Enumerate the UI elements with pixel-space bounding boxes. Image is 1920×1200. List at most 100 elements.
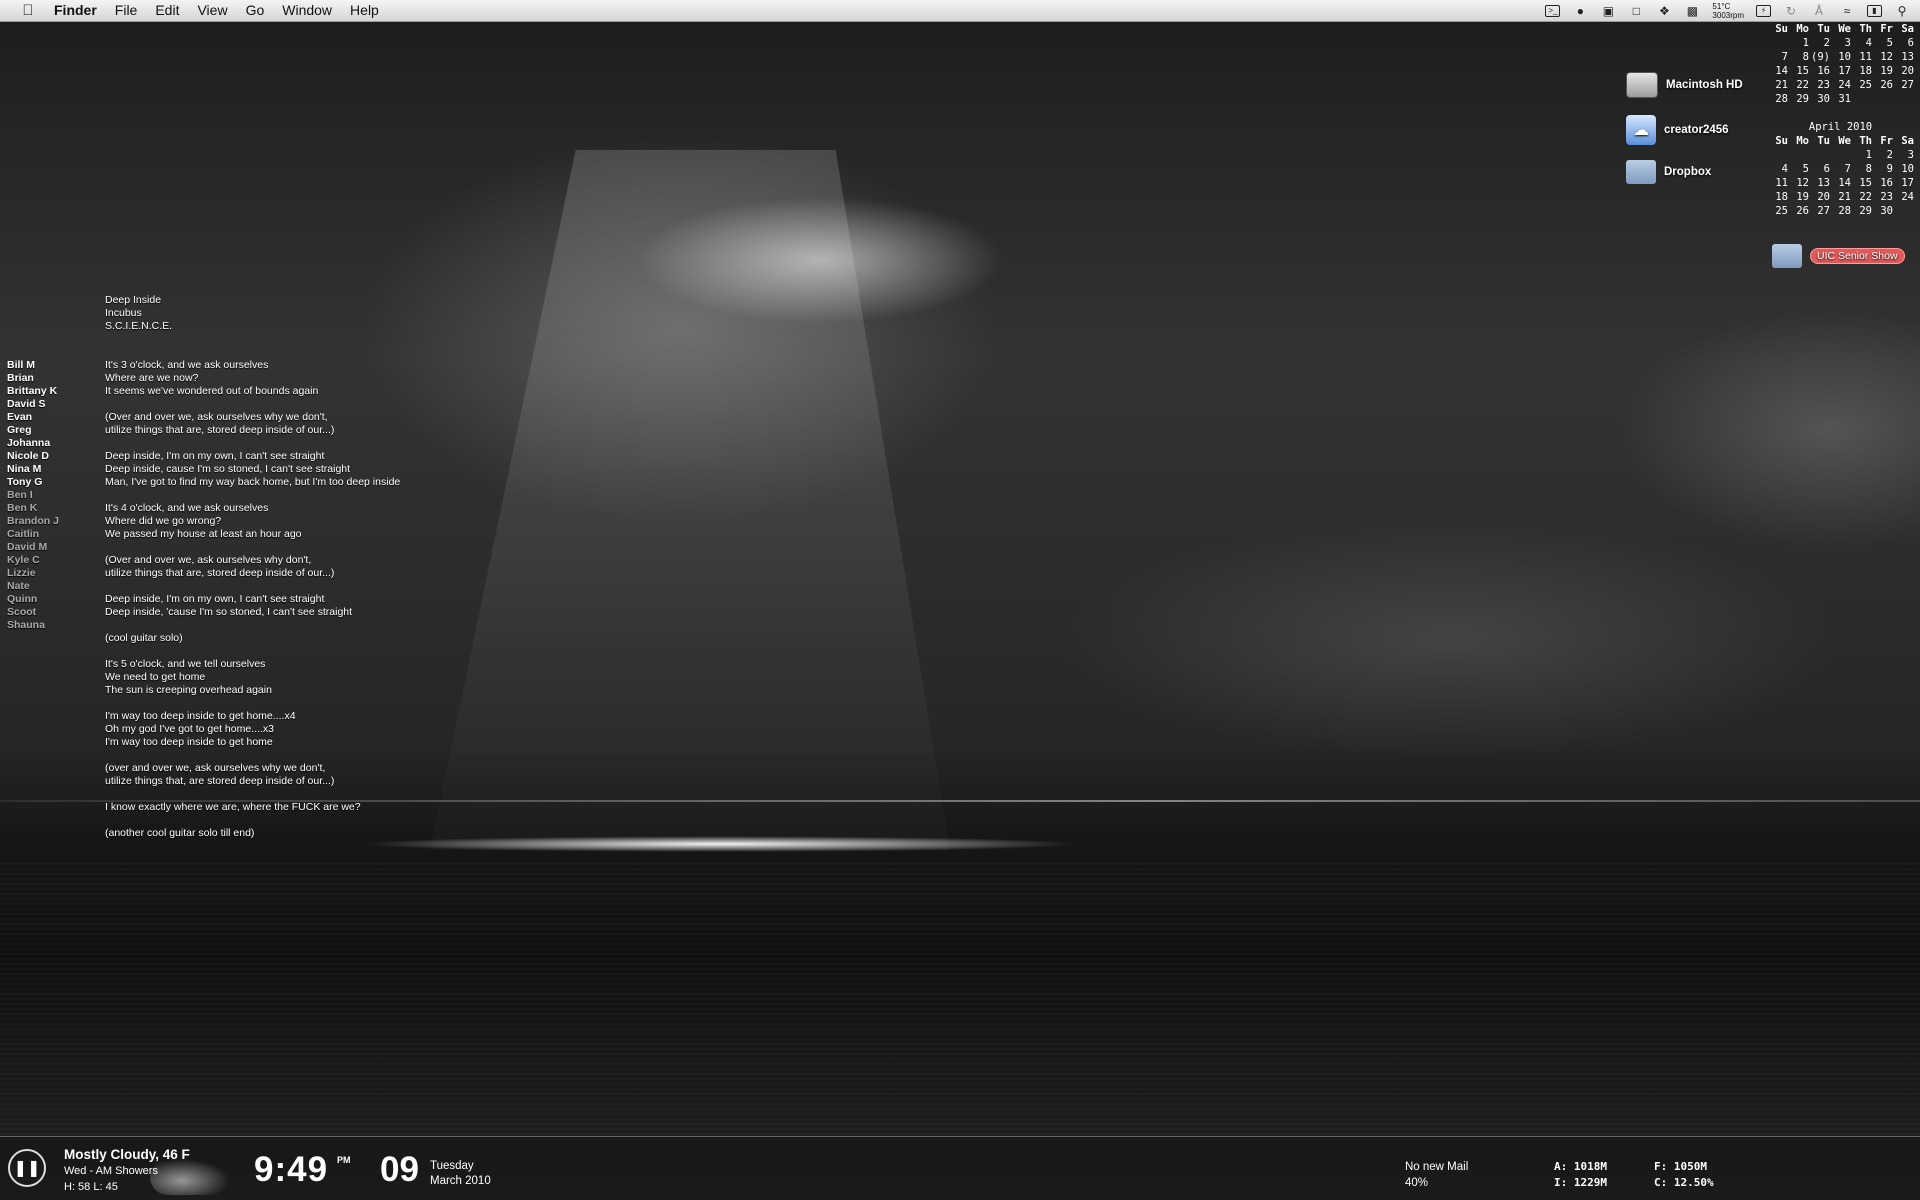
weekday-label: Mo	[1796, 135, 1809, 147]
lyric-line: Deep inside, cause I'm so stoned, I can'…	[105, 463, 351, 475]
calendar-day	[1830, 148, 1851, 162]
weekday-label: Su	[1775, 23, 1788, 35]
calendar-week-row: 18 19 20 21 22 23 24	[1767, 190, 1914, 204]
desktop-icon-dropbox[interactable]: Dropbox	[1626, 160, 1711, 184]
battery-icon[interactable]: ▮	[1867, 4, 1882, 17]
lightning-icon[interactable]: ⚡	[1756, 4, 1771, 17]
buddy-name[interactable]: Greg	[7, 424, 59, 437]
buddy-name[interactable]: Nicole D	[7, 450, 59, 463]
buddy-name[interactable]: David M	[7, 541, 59, 554]
calendar-day: 5	[1886, 37, 1893, 49]
clock-time: 9:49	[254, 1150, 329, 1189]
buddy-name[interactable]: Kyle C	[7, 554, 59, 567]
dropbox-status-icon[interactable]: ❖	[1656, 4, 1672, 18]
lyric-line	[105, 619, 400, 632]
menu-file[interactable]: File	[115, 0, 138, 21]
menu-finder[interactable]: Finder	[54, 0, 97, 21]
song-info: Deep Inside Incubus S.C.I.E.N.C.E.	[105, 294, 172, 333]
pause-button[interactable]: ❚❚	[8, 1149, 46, 1187]
lyric-line: (over and over we, ask ourselves why we …	[105, 762, 326, 774]
buddy-name[interactable]: Evan	[7, 411, 59, 424]
menu-help[interactable]: Help	[350, 0, 379, 21]
icon-label: Dropbox	[1664, 166, 1712, 178]
calendar-day: 20	[1817, 191, 1830, 203]
buddy-name[interactable]: Bill M	[7, 359, 59, 372]
buddy-name[interactable]: Brian	[7, 372, 59, 385]
apple-menu-icon[interactable]: 	[20, 2, 36, 19]
time-machine-icon[interactable]: ↻	[1783, 4, 1799, 18]
window-icon[interactable]: □	[1628, 4, 1644, 18]
calendar-day: 10	[1838, 51, 1851, 63]
calendar-day: 3	[1844, 37, 1851, 49]
lyric-line: Deep inside, I'm on my own, I can't see …	[105, 450, 325, 462]
buddy-name[interactable]: Scoot	[7, 606, 59, 619]
calendar-day: 8	[1802, 51, 1809, 63]
menu-edit[interactable]: Edit	[155, 0, 179, 21]
calendar-day: 17	[1901, 177, 1914, 189]
calendar-day: 30	[1880, 205, 1893, 217]
display-icon[interactable]: ▣	[1600, 4, 1616, 18]
mail-status: No new Mail	[1405, 1161, 1469, 1173]
calendar-day: 21	[1775, 79, 1788, 91]
desktop-icon-macintosh-hd[interactable]: Macintosh HD	[1626, 72, 1743, 98]
calendar-weeks: 1 2 3 4 5 6 7 8 9 10 11 12 13 14 15 16 17 18 19 20 21 22 23 24 2…	[1767, 148, 1914, 218]
calendar-week-row: 1 2 3 4 5 6	[1767, 36, 1914, 50]
lyric-line	[105, 697, 400, 710]
lyric-line: I'm way too deep inside to get home....x…	[105, 710, 296, 722]
calendar-day	[1851, 92, 1872, 106]
buddy-name[interactable]: Nina M	[7, 463, 59, 476]
calendar-day: 11	[1775, 177, 1788, 189]
calendar-day	[1809, 148, 1830, 162]
buddy-name[interactable]: Ben I	[7, 489, 59, 502]
lyric-line: utilize things that, are stored deep ins…	[105, 775, 335, 787]
memory-stats: A: 1018M F: 1050M I: 1229M C: 12.50%	[1554, 1159, 1714, 1191]
buddy-name[interactable]: Brittany K	[7, 385, 59, 398]
song-artist: Incubus	[105, 307, 142, 319]
hardware-monitor-icon[interactable]: ▩	[1684, 4, 1700, 18]
day-number: 09	[380, 1150, 419, 1189]
calendar-week-row: 25 26 27 28 29 30	[1767, 204, 1914, 218]
weekday-label: Sa	[1901, 135, 1914, 147]
buddy-name[interactable]: Nate	[7, 580, 59, 593]
buddy-name[interactable]: Lizzie	[7, 567, 59, 580]
buddy-name[interactable]: Johanna	[7, 437, 59, 450]
buddy-name[interactable]: David S	[7, 398, 59, 411]
desktop-icon-uic-senior-show[interactable]: UIC Senior Show	[1772, 244, 1905, 268]
calendar-weeks: 1 2 3 4 5 6 7 8 (9) 10 11 12 13 14 15 16 17 18 19 20 21 22 23 2…	[1767, 36, 1914, 106]
buddy-name[interactable]: Tony G	[7, 476, 59, 489]
lyric-line	[105, 580, 400, 593]
weekday-label: Sa	[1901, 23, 1914, 35]
calendar-week-row: 11 12 13 14 15 16 17	[1767, 176, 1914, 190]
calendar-day: 14	[1775, 65, 1788, 77]
spotlight-search-icon[interactable]: ⚲	[1894, 4, 1910, 18]
desktop:  Finder File Edit View Go Window Help >_ ● ▣ …	[0, 0, 1920, 1200]
calendar-weekday-header: Su Mo Tu We Th Fr Sa	[1767, 22, 1914, 36]
buddy-name[interactable]: Quinn	[7, 593, 59, 606]
weekday-label: Su	[1775, 135, 1788, 147]
wifi-icon[interactable]: ≈	[1839, 4, 1855, 18]
lyric-line	[105, 437, 400, 450]
lyric-line: I know exactly where we are, where the F…	[105, 801, 361, 813]
calendar-day: 19	[1796, 191, 1809, 203]
calendar-day: 23	[1880, 191, 1893, 203]
buddy-name[interactable]: Ben K	[7, 502, 59, 515]
bluetooth-icon[interactable]: Å	[1811, 4, 1827, 18]
calendar-day: 11	[1859, 51, 1872, 63]
calendar-week-row: 28 29 30 31	[1767, 92, 1914, 106]
menu-go[interactable]: Go	[246, 0, 265, 21]
buddy-name[interactable]: Brandon J	[7, 515, 59, 528]
calendar-day	[1767, 148, 1788, 162]
weekday-label: We	[1838, 135, 1851, 147]
chat-icon[interactable]: ●	[1572, 4, 1588, 18]
lyric-line: Where did we go wrong?	[105, 515, 222, 527]
terminal-icon[interactable]: >_	[1545, 4, 1561, 17]
menu-view[interactable]: View	[197, 0, 227, 21]
weather-widget: Mostly Cloudy, 46 F Wed - AM Showers H: …	[64, 1147, 190, 1195]
menu-window[interactable]: Window	[282, 0, 332, 21]
temperature-readout[interactable]: 51°C 3003rpm	[1712, 2, 1744, 20]
buddy-name[interactable]: Caitlin	[7, 528, 59, 541]
desktop-icon-creator[interactable]: ☁ creator2456	[1626, 115, 1729, 145]
buddy-name[interactable]: Shauna	[7, 619, 59, 632]
stat-cpu: C: 12.50%	[1654, 1176, 1714, 1189]
calendar-day: 3	[1907, 149, 1914, 161]
